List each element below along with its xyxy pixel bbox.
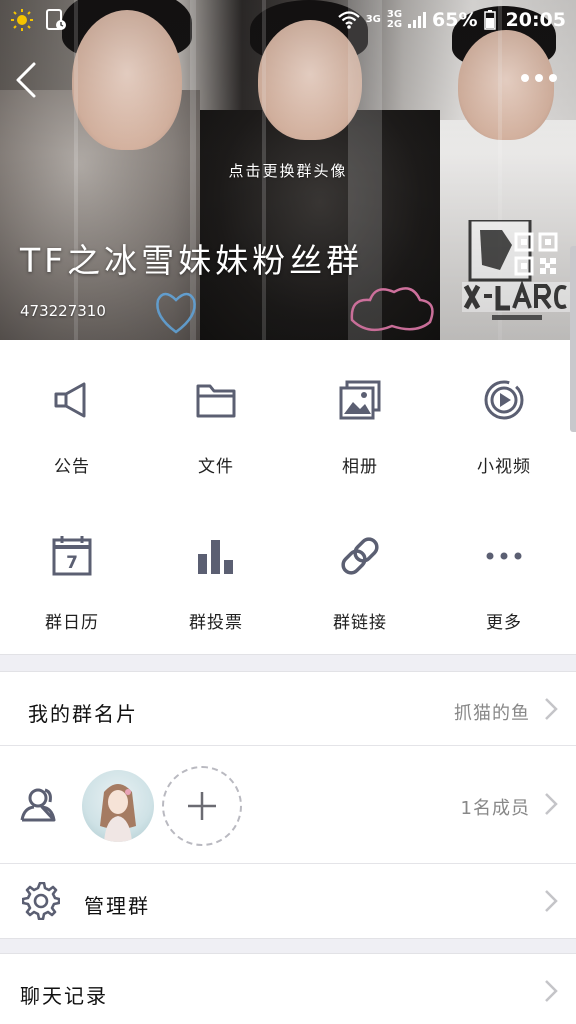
section-divider — [0, 654, 576, 672]
gear-icon — [22, 882, 60, 920]
plus-icon — [188, 792, 216, 820]
more-dots-icon — [486, 552, 522, 560]
video-icon — [484, 380, 524, 420]
screenshot-notify-icon — [46, 9, 66, 30]
weather-sun-icon — [11, 9, 33, 31]
feature-more[interactable]: 更多 — [432, 496, 576, 652]
chevron-right-icon — [545, 980, 558, 1002]
megaphone-icon — [54, 382, 86, 418]
change-avatar-hint[interactable]: 点击更换群头像 — [0, 160, 576, 181]
feature-calendar[interactable]: 7 群日历 — [0, 496, 144, 652]
more-icon[interactable] — [518, 66, 560, 90]
member-avatar[interactable] — [82, 770, 154, 842]
group-name: TF之冰雪妹妹粉丝群 — [20, 241, 364, 280]
network-type-2-bottom: 2G — [386, 19, 403, 30]
qr-code-icon[interactable] — [514, 232, 558, 276]
feature-label: 文件 — [198, 457, 234, 477]
network-type-1: 3G — [365, 14, 381, 25]
feature-files[interactable]: 文件 — [144, 340, 288, 496]
feature-label: 公告 — [54, 457, 90, 477]
clock: 20:05 — [505, 9, 566, 31]
manage-group-row[interactable]: 管理群 — [0, 864, 576, 938]
chevron-right-icon — [545, 698, 558, 720]
members-row[interactable]: 1名成员 — [0, 746, 576, 864]
vote-icon — [198, 540, 233, 574]
my-group-card-row[interactable]: 我的群名片 抓猫的鱼 — [0, 672, 576, 746]
feature-announcement[interactable]: 公告 — [0, 340, 144, 496]
my-group-card-label: 我的群名片 — [28, 702, 138, 726]
calendar-icon: 7 — [52, 536, 92, 576]
feature-label: 群链接 — [333, 613, 387, 633]
chevron-right-icon — [545, 793, 558, 815]
chat-history-label: 聊天记录 — [20, 984, 108, 1008]
feature-short-video[interactable]: 小视频 — [432, 340, 576, 496]
folder-icon — [196, 384, 236, 418]
feature-grid: 公告 文件 相册 小视频 7 群日历 群投票 群链接 更多 — [0, 340, 576, 654]
side-drawer-handle[interactable] — [570, 246, 576, 432]
wifi-icon — [337, 11, 360, 29]
feature-link[interactable]: 群链接 — [288, 496, 432, 652]
my-group-card-value: 抓猫的鱼 — [454, 703, 530, 724]
battery-percent: 65% — [432, 9, 478, 31]
manage-group-label: 管理群 — [84, 894, 150, 918]
feature-label: 群投票 — [189, 613, 243, 633]
chat-history-row[interactable]: 聊天记录 — [0, 954, 576, 1024]
album-icon — [339, 380, 381, 420]
group-id: 473227310 — [20, 302, 106, 320]
avatar-illustration — [100, 784, 136, 842]
feature-label: 更多 — [486, 613, 522, 633]
link-icon — [341, 537, 379, 575]
status-bar: 3G 3G 2G 65% 20:05 — [0, 0, 576, 40]
feature-album[interactable]: 相册 — [288, 340, 432, 496]
calendar-day: 7 — [66, 553, 78, 573]
feature-label: 群日历 — [45, 613, 99, 633]
feature-label: 小视频 — [477, 457, 531, 477]
add-member-button[interactable] — [162, 766, 242, 846]
network-type-2: 3G 2G — [387, 10, 402, 30]
group-header: 3G 3G 2G 65% 20:05 点击更换群头像 TF之冰雪妹妹粉丝群 47… — [0, 0, 576, 340]
feature-label: 相册 — [342, 457, 378, 477]
member-count: 1名成员 — [460, 798, 530, 819]
members-icon — [20, 788, 56, 822]
feature-vote[interactable]: 群投票 — [144, 496, 288, 652]
chevron-right-icon — [545, 890, 558, 912]
section-divider — [0, 938, 576, 954]
signal-icon — [408, 12, 427, 28]
back-icon[interactable] — [12, 60, 42, 100]
battery-icon — [483, 10, 496, 30]
